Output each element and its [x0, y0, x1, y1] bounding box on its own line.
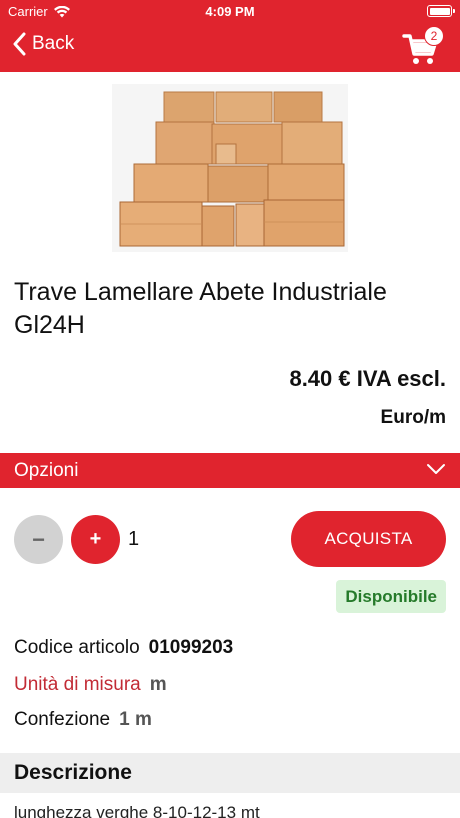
product-title: Trave Lamellare Abete Industriale Gl24H: [14, 278, 387, 339]
battery-icon: [427, 5, 455, 17]
product-price-unit: Euro/m: [380, 407, 446, 428]
product-image: [112, 84, 348, 252]
buy-button[interactable]: ACQUISTA: [291, 511, 446, 567]
description-text: lunghezza verghe 8-10-12-13 mt: [14, 803, 260, 818]
chevron-down-icon: [427, 464, 445, 474]
quantity-increase-button[interactable]: +: [71, 515, 120, 564]
description-title: Descrizione: [14, 761, 132, 784]
options-toggle[interactable]: Opzioni: [0, 453, 460, 488]
description-header: Descrizione: [0, 753, 460, 793]
nav-bar: Back 2: [0, 24, 460, 72]
spec-row-code: Codice articolo 01099203: [14, 637, 233, 659]
code-value: 01099203: [148, 637, 234, 658]
status-bar: Carrier 4:09 PM: [0, 0, 460, 24]
back-label: Back: [32, 33, 75, 54]
package-value: 1 m: [119, 709, 152, 730]
spec-row-package: Confezione 1 m: [14, 709, 152, 731]
options-label: Opzioni: [14, 460, 79, 481]
availability-badge: Disponibile: [336, 580, 446, 613]
chevron-left-icon: [13, 32, 26, 56]
code-label: Codice articolo: [14, 637, 140, 658]
product-price: 8.40 € IVA escl.: [289, 366, 446, 391]
cart-count-badge: 2: [424, 26, 444, 46]
cart-button[interactable]: 2: [402, 26, 446, 66]
quantity-value: 1: [128, 528, 140, 550]
spec-row-measure: Unità di misura m: [14, 674, 167, 696]
measure-label: Unità di misura: [14, 674, 141, 695]
back-button[interactable]: Back: [12, 32, 74, 56]
measure-value: m: [149, 674, 167, 695]
quantity-decrease-button[interactable]: −: [14, 515, 63, 564]
status-time: 4:09 PM: [205, 4, 255, 19]
package-label: Confezione: [14, 709, 111, 730]
app-header: Carrier 4:09 PM Back 2: [0, 0, 460, 72]
